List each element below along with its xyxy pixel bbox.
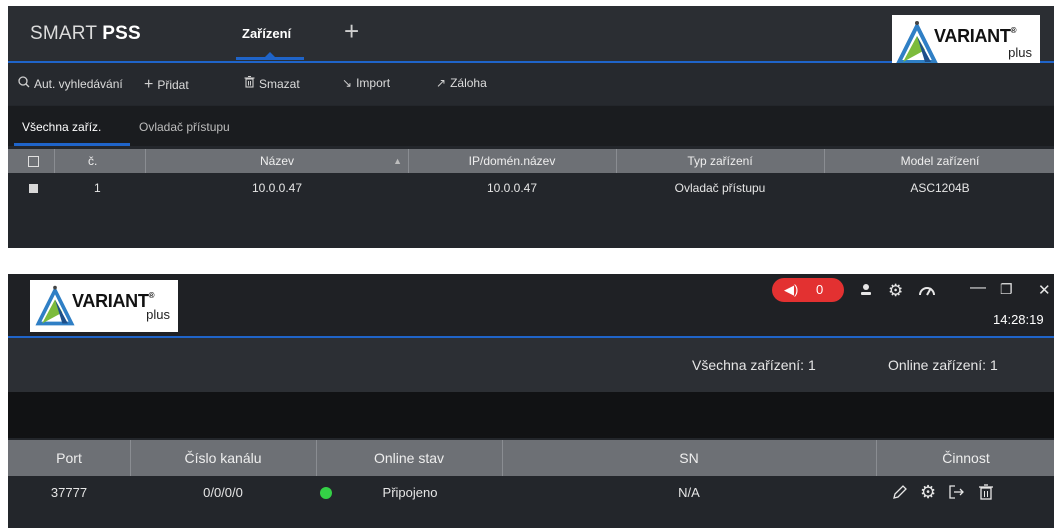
cell-ip: 10.0.0.47 xyxy=(486,181,538,195)
plus-icon: + xyxy=(144,76,154,93)
delete-button[interactable]: Smazat xyxy=(244,76,300,91)
device-stats-bar: Všechna zařízení: 1 Online zařízení: 1 xyxy=(8,338,1054,392)
tab-active-line xyxy=(14,143,130,146)
cell-online-status: Připojeno xyxy=(382,485,438,500)
col-port[interactable]: Port xyxy=(8,440,131,476)
add-device-button[interactable]: + Přidat xyxy=(144,76,189,94)
active-tab-notch xyxy=(264,52,276,58)
table-row[interactable]: 37777 0/0/0/0 Připojeno N/A ⚙ xyxy=(8,478,1054,508)
device-type-tabs: Všechna zaříz. Ovladač přístupu xyxy=(8,106,1054,146)
col-online-status[interactable]: Online stav xyxy=(316,440,503,476)
user-icon[interactable] xyxy=(860,283,872,301)
select-all-checkbox[interactable] xyxy=(28,156,39,167)
cell-name: 10.0.0.47 xyxy=(251,181,303,195)
cell-channel: 0/0/0/0 xyxy=(203,485,243,500)
pencil-icon[interactable] xyxy=(892,484,908,505)
search-icon xyxy=(18,76,30,91)
col-action[interactable]: Činnost xyxy=(876,440,1054,476)
add-device-label: Přidat xyxy=(157,78,189,92)
status-table-header: Port Číslo kanálu Online stav SN Činnost xyxy=(8,440,1054,476)
tab-devices[interactable]: Zařízení xyxy=(242,26,291,41)
device-manager-panel: SMART PSS Zařízení + VARIANT® plus Aut. … xyxy=(8,6,1054,248)
cell-type: Ovladač přístupu xyxy=(674,181,766,195)
variant-logo: VARIANT® plus xyxy=(30,280,178,332)
auto-search-label: Aut. vyhledávání xyxy=(34,77,123,91)
cell-number: 1 xyxy=(94,181,101,195)
window-top-bar: VARIANT® plus ◀) 0 ⚙ — ❐ ✕ 14:28:19 xyxy=(8,274,1054,338)
gauge-icon[interactable] xyxy=(918,283,936,301)
alarm-badge[interactable]: ◀) 0 xyxy=(772,278,844,302)
col-model[interactable]: Model zařízení xyxy=(824,149,1054,173)
sort-asc-icon[interactable]: ▲ xyxy=(393,149,402,173)
logo-word: VARIANT® xyxy=(934,26,1017,46)
minimize-icon[interactable]: — xyxy=(970,279,986,297)
alarm-count: 0 xyxy=(816,282,824,297)
logo-word: VARIANT® xyxy=(72,291,155,311)
import-icon: ↘ xyxy=(342,76,353,90)
auto-search-button[interactable]: Aut. vyhledávání xyxy=(18,76,123,91)
restore-icon[interactable]: ❐ xyxy=(1000,281,1013,298)
col-channel[interactable]: Číslo kanálu xyxy=(130,440,317,476)
table-row[interactable]: 1 10.0.0.47 10.0.0.47 Ovladač přístupu A… xyxy=(8,175,1054,201)
online-devices-count: Online zařízení: 1 xyxy=(888,357,998,373)
trash-icon[interactable] xyxy=(978,484,994,505)
add-tab-button[interactable]: + xyxy=(344,18,359,44)
tab-access-controller[interactable]: Ovladač přístupu xyxy=(139,120,230,134)
tab-all-devices[interactable]: Všechna zaříz. xyxy=(22,120,101,134)
device-toolbar: Aut. vyhledávání + Přidat Smazat ↘ Import … xyxy=(8,63,1054,105)
col-name[interactable]: Název ▲ xyxy=(146,149,409,173)
import-label: Import xyxy=(356,76,391,90)
select-all-cell xyxy=(8,149,55,173)
col-number[interactable]: č. xyxy=(54,149,146,173)
export-icon[interactable] xyxy=(948,484,966,505)
import-button[interactable]: ↘ Import xyxy=(342,76,390,90)
close-icon[interactable]: ✕ xyxy=(1038,281,1051,299)
row-checkbox[interactable] xyxy=(29,184,38,193)
all-devices-count: Všechna zařízení: 1 xyxy=(692,357,816,373)
backup-button[interactable]: ↗ Záloha xyxy=(436,76,487,90)
trash-icon xyxy=(244,76,255,91)
logo-sub: plus xyxy=(1008,45,1032,60)
gear-icon[interactable]: ⚙ xyxy=(888,281,903,301)
device-status-panel: VARIANT® plus ◀) 0 ⚙ — ❐ ✕ 14:28:19 Všec… xyxy=(8,274,1054,528)
settings-icon[interactable]: ⚙ xyxy=(920,482,936,503)
col-name-label: Název xyxy=(259,154,294,168)
app-brand: SMART PSS xyxy=(30,23,141,44)
clock: 14:28:19 xyxy=(993,312,1044,327)
col-type[interactable]: Typ zařízení xyxy=(616,149,825,173)
cell-sn: N/A xyxy=(678,485,700,500)
backup-icon: ↗ xyxy=(436,76,447,90)
empty-band xyxy=(8,392,1054,438)
variant-logo-mark xyxy=(895,21,939,64)
online-status-dot xyxy=(320,487,332,499)
col-ip[interactable]: IP/domén.název xyxy=(408,149,617,173)
delete-label: Smazat xyxy=(259,77,300,91)
backup-label: Záloha xyxy=(450,76,487,90)
logo-sub: plus xyxy=(146,307,170,322)
cell-model: ASC1204B xyxy=(910,181,970,195)
variant-logo-mark xyxy=(35,285,75,326)
speaker-icon: ◀) xyxy=(784,282,799,297)
cell-port: 37777 xyxy=(50,485,88,500)
device-table-header: č. Název ▲ IP/domén.název Typ zařízení M… xyxy=(8,149,1054,173)
col-sn[interactable]: SN xyxy=(502,440,877,476)
